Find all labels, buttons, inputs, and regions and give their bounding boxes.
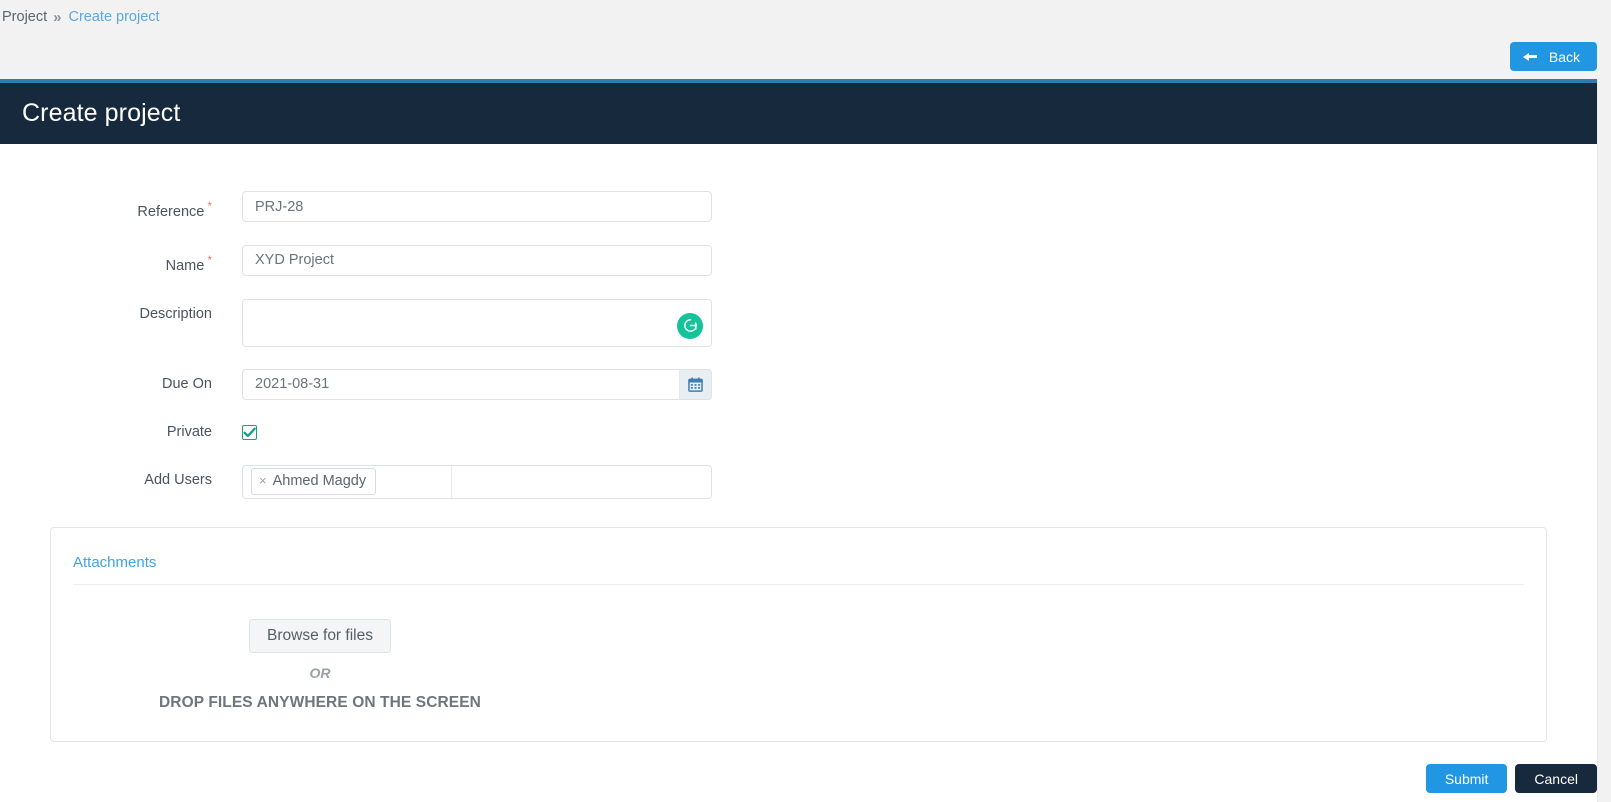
submit-button[interactable]: Submit	[1426, 764, 1508, 793]
dropzone-inner: Browse for files OR DROP FILES ANYWHERE …	[73, 619, 567, 712]
form-row-name: Name*	[0, 245, 1597, 282]
user-tag[interactable]: × Ahmed Magdy	[251, 468, 376, 495]
arrow-left-icon	[1523, 50, 1538, 63]
remove-tag-icon[interactable]: ×	[259, 471, 267, 490]
private-label: Private	[0, 417, 212, 448]
breadcrumb: Project » Create project	[0, 0, 1611, 34]
breadcrumb-current[interactable]: Create project	[68, 9, 159, 25]
form-row-add-users: Add Users × Ahmed Magdy	[0, 465, 1597, 499]
cancel-button[interactable]: Cancel	[1515, 764, 1597, 793]
page-title: Create project	[22, 99, 180, 128]
required-asterisk: *	[207, 199, 212, 213]
add-users-tag-list: × Ahmed Magdy	[243, 466, 452, 498]
or-label: OR	[73, 665, 567, 681]
back-button[interactable]: Back	[1510, 42, 1597, 71]
breadcrumb-separator-icon: »	[53, 9, 61, 26]
attachments-panel: Attachments Browse for files OR DROP FIL…	[50, 527, 1547, 742]
due-on-input-group	[242, 369, 712, 400]
grammarly-icon[interactable]	[677, 313, 703, 339]
create-project-form: Reference* Name* Description	[0, 144, 1597, 499]
panel-header: Create project	[0, 83, 1597, 144]
add-users-label: Add Users	[0, 465, 212, 496]
attachments-divider	[73, 584, 1524, 585]
form-row-description: Description	[0, 299, 1597, 352]
add-users-multiselect[interactable]: × Ahmed Magdy	[242, 465, 712, 499]
add-users-input[interactable]	[452, 466, 711, 498]
name-label: Name*	[0, 245, 212, 282]
browse-files-button[interactable]: Browse for files	[249, 619, 391, 653]
calendar-icon[interactable]	[679, 369, 712, 400]
file-dropzone[interactable]: Browse for files OR DROP FILES ANYWHERE …	[73, 619, 1524, 712]
breadcrumb-root[interactable]: Project	[2, 9, 47, 25]
due-on-label: Due On	[0, 369, 212, 400]
panel-body: Reference* Name* Description	[0, 144, 1597, 802]
reference-label-text: Reference	[137, 204, 204, 220]
required-asterisk: *	[207, 253, 212, 267]
name-field-wrap	[242, 245, 712, 276]
user-tag-label: Ahmed Magdy	[273, 472, 367, 491]
description-textarea[interactable]	[242, 299, 712, 347]
attachments-title[interactable]: Attachments	[73, 554, 1524, 584]
reference-field-wrap	[242, 191, 712, 222]
form-row-reference: Reference*	[0, 191, 1597, 228]
private-field-wrap	[242, 417, 712, 444]
form-row-private: Private	[0, 417, 1597, 448]
create-project-panel: Create project Reference* Name*	[0, 79, 1597, 802]
due-on-field-wrap	[242, 369, 712, 400]
drop-files-label: DROP FILES ANYWHERE ON THE SCREEN	[73, 694, 567, 712]
due-on-input[interactable]	[242, 369, 679, 400]
name-input[interactable]	[242, 245, 712, 276]
add-users-field-wrap: × Ahmed Magdy	[242, 465, 712, 499]
toolbar: Back	[0, 34, 1611, 79]
description-label: Description	[0, 299, 212, 330]
form-row-due-on: Due On	[0, 369, 1597, 400]
description-field-wrap	[242, 299, 712, 352]
form-actions: Submit Cancel	[1426, 764, 1597, 793]
name-label-text: Name	[166, 258, 205, 274]
back-button-label: Back	[1549, 49, 1580, 65]
reference-input[interactable]	[242, 191, 712, 222]
reference-label: Reference*	[0, 191, 212, 228]
private-checkbox[interactable]	[242, 425, 257, 440]
